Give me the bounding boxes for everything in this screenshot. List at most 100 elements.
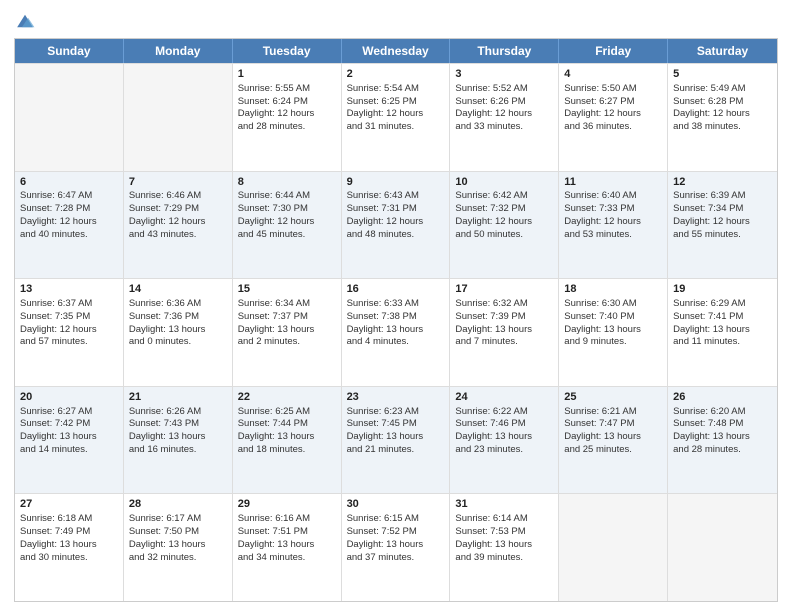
cell-line: and 7 minutes. xyxy=(455,336,553,349)
cell-line: Daylight: 12 hours xyxy=(455,108,553,121)
day-number: 2 xyxy=(347,67,445,82)
cal-cell xyxy=(668,494,777,601)
cell-line: Sunset: 7:45 PM xyxy=(347,418,445,431)
day-number: 27 xyxy=(20,497,118,512)
day-number: 19 xyxy=(673,282,772,297)
day-number: 24 xyxy=(455,390,553,405)
cal-cell: 21Sunrise: 6:26 AMSunset: 7:43 PMDayligh… xyxy=(124,387,233,494)
cal-cell: 12Sunrise: 6:39 AMSunset: 7:34 PMDayligh… xyxy=(668,172,777,279)
cell-line: and 31 minutes. xyxy=(347,121,445,134)
day-number: 20 xyxy=(20,390,118,405)
cell-line: Daylight: 13 hours xyxy=(129,431,227,444)
cell-line: and 14 minutes. xyxy=(20,444,118,457)
cell-line: Sunrise: 6:23 AM xyxy=(347,406,445,419)
cell-line: Sunrise: 6:32 AM xyxy=(455,298,553,311)
cal-cell: 16Sunrise: 6:33 AMSunset: 7:38 PMDayligh… xyxy=(342,279,451,386)
cal-cell: 26Sunrise: 6:20 AMSunset: 7:48 PMDayligh… xyxy=(668,387,777,494)
cal-cell: 24Sunrise: 6:22 AMSunset: 7:46 PMDayligh… xyxy=(450,387,559,494)
cell-line: Sunset: 7:38 PM xyxy=(347,311,445,324)
day-number: 30 xyxy=(347,497,445,512)
cell-line: Sunset: 7:32 PM xyxy=(455,203,553,216)
cell-line: Sunset: 7:34 PM xyxy=(673,203,772,216)
cell-line: and 0 minutes. xyxy=(129,336,227,349)
cell-line: Sunrise: 6:30 AM xyxy=(564,298,662,311)
cell-line: and 39 minutes. xyxy=(455,552,553,565)
day-number: 23 xyxy=(347,390,445,405)
cell-line: and 30 minutes. xyxy=(20,552,118,565)
logo-icon xyxy=(14,10,36,32)
cell-line: and 48 minutes. xyxy=(347,229,445,242)
day-number: 12 xyxy=(673,175,772,190)
cell-line: Sunset: 7:39 PM xyxy=(455,311,553,324)
day-number: 11 xyxy=(564,175,662,190)
cal-cell: 18Sunrise: 6:30 AMSunset: 7:40 PMDayligh… xyxy=(559,279,668,386)
cell-line: Daylight: 13 hours xyxy=(238,539,336,552)
cell-line: Sunrise: 5:52 AM xyxy=(455,83,553,96)
cal-cell: 7Sunrise: 6:46 AMSunset: 7:29 PMDaylight… xyxy=(124,172,233,279)
cell-line: Sunrise: 6:42 AM xyxy=(455,190,553,203)
cell-line: Sunset: 6:24 PM xyxy=(238,96,336,109)
cell-line: Sunset: 6:28 PM xyxy=(673,96,772,109)
cell-line: Daylight: 12 hours xyxy=(564,108,662,121)
cal-cell: 22Sunrise: 6:25 AMSunset: 7:44 PMDayligh… xyxy=(233,387,342,494)
cal-cell: 8Sunrise: 6:44 AMSunset: 7:30 PMDaylight… xyxy=(233,172,342,279)
cell-line: Sunrise: 6:44 AM xyxy=(238,190,336,203)
cell-line: Daylight: 13 hours xyxy=(129,324,227,337)
cal-cell: 9Sunrise: 6:43 AMSunset: 7:31 PMDaylight… xyxy=(342,172,451,279)
cell-line: and 38 minutes. xyxy=(673,121,772,134)
cal-header-saturday: Saturday xyxy=(668,39,777,63)
cell-line: Daylight: 12 hours xyxy=(673,216,772,229)
cell-line: Daylight: 13 hours xyxy=(238,431,336,444)
cell-line: Sunset: 7:43 PM xyxy=(129,418,227,431)
cell-line: Daylight: 12 hours xyxy=(673,108,772,121)
cal-header-tuesday: Tuesday xyxy=(233,39,342,63)
cell-line: Sunrise: 6:26 AM xyxy=(129,406,227,419)
cal-cell: 29Sunrise: 6:16 AMSunset: 7:51 PMDayligh… xyxy=(233,494,342,601)
cell-line: Sunrise: 6:17 AM xyxy=(129,513,227,526)
cell-line: and 37 minutes. xyxy=(347,552,445,565)
cal-header-thursday: Thursday xyxy=(450,39,559,63)
cell-line: Daylight: 13 hours xyxy=(238,324,336,337)
header xyxy=(14,10,778,32)
cal-cell: 27Sunrise: 6:18 AMSunset: 7:49 PMDayligh… xyxy=(15,494,124,601)
cal-cell: 19Sunrise: 6:29 AMSunset: 7:41 PMDayligh… xyxy=(668,279,777,386)
cell-line: and 43 minutes. xyxy=(129,229,227,242)
cell-line: Daylight: 13 hours xyxy=(564,324,662,337)
cal-cell: 30Sunrise: 6:15 AMSunset: 7:52 PMDayligh… xyxy=(342,494,451,601)
cell-line: and 55 minutes. xyxy=(673,229,772,242)
cell-line: Sunrise: 6:14 AM xyxy=(455,513,553,526)
cell-line: Sunset: 7:48 PM xyxy=(673,418,772,431)
day-number: 16 xyxy=(347,282,445,297)
cell-line: Sunrise: 6:40 AM xyxy=(564,190,662,203)
day-number: 18 xyxy=(564,282,662,297)
cell-line: Sunrise: 6:43 AM xyxy=(347,190,445,203)
cal-cell xyxy=(124,64,233,171)
cell-line: Daylight: 13 hours xyxy=(455,539,553,552)
cell-line: Daylight: 13 hours xyxy=(673,431,772,444)
cell-line: Sunset: 7:29 PM xyxy=(129,203,227,216)
cal-cell: 3Sunrise: 5:52 AMSunset: 6:26 PMDaylight… xyxy=(450,64,559,171)
cell-line: and 23 minutes. xyxy=(455,444,553,457)
calendar-body: 1Sunrise: 5:55 AMSunset: 6:24 PMDaylight… xyxy=(15,63,777,601)
cell-line: Daylight: 12 hours xyxy=(238,108,336,121)
cal-cell: 25Sunrise: 6:21 AMSunset: 7:47 PMDayligh… xyxy=(559,387,668,494)
cell-line: Daylight: 13 hours xyxy=(20,539,118,552)
cal-cell: 28Sunrise: 6:17 AMSunset: 7:50 PMDayligh… xyxy=(124,494,233,601)
logo xyxy=(14,10,38,32)
cell-line: and 50 minutes. xyxy=(455,229,553,242)
cal-cell xyxy=(15,64,124,171)
cell-line: Sunrise: 6:22 AM xyxy=(455,406,553,419)
cell-line: Sunrise: 5:49 AM xyxy=(673,83,772,96)
cal-header-friday: Friday xyxy=(559,39,668,63)
cell-line: Sunset: 7:31 PM xyxy=(347,203,445,216)
day-number: 10 xyxy=(455,175,553,190)
day-number: 13 xyxy=(20,282,118,297)
cell-line: and 45 minutes. xyxy=(238,229,336,242)
day-number: 14 xyxy=(129,282,227,297)
cal-header-wednesday: Wednesday xyxy=(342,39,451,63)
cal-cell: 11Sunrise: 6:40 AMSunset: 7:33 PMDayligh… xyxy=(559,172,668,279)
cell-line: Sunset: 7:28 PM xyxy=(20,203,118,216)
cal-cell xyxy=(559,494,668,601)
cell-line: Sunrise: 6:37 AM xyxy=(20,298,118,311)
cell-line: and 34 minutes. xyxy=(238,552,336,565)
